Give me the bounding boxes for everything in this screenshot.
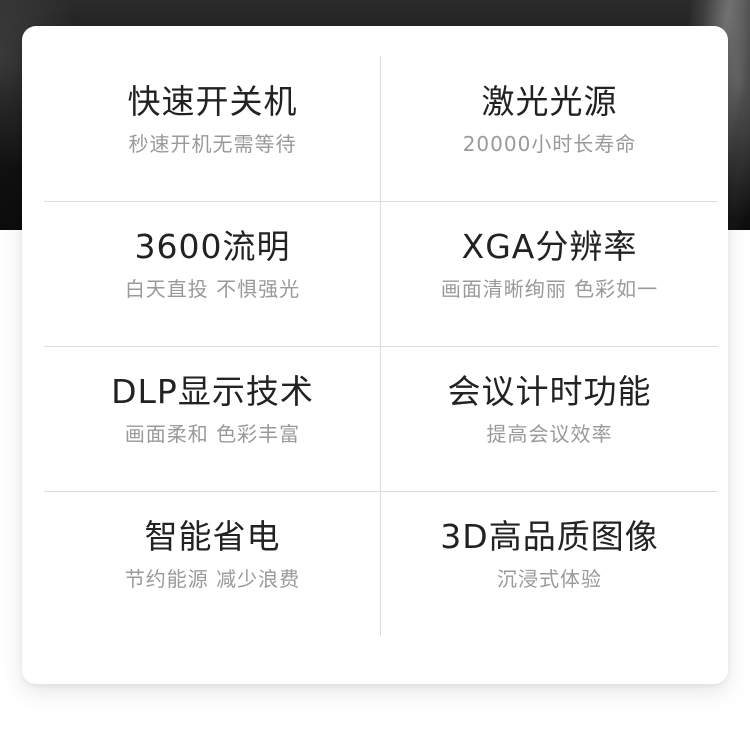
feature-subtitle: 节约能源 减少浪费 [124,567,301,591]
feature-brightness: 3600流明 白天直投 不惧强光 [44,201,381,346]
feature-resolution: XGA分辨率 画面清晰绚丽 色彩如一 [381,201,718,346]
feature-subtitle: 提高会议效率 [486,422,613,446]
feature-laser-light: 激光光源 20000小时长寿命 [381,56,718,201]
feature-dlp: DLP显示技术 画面柔和 色彩丰富 [44,346,381,491]
feature-subtitle: 秒速开机无需等待 [128,132,297,156]
feature-grid: 快速开关机 秒速开机无需等待 激光光源 20000小时长寿命 3600流明 白天… [44,56,718,636]
feature-meeting-timer: 会议计时功能 提高会议效率 [381,346,718,491]
feature-title: DLP显示技术 [111,372,314,411]
feature-title: 快速开关机 [127,82,298,121]
feature-3d-image: 3D高品质图像 沉浸式体验 [381,491,718,636]
feature-subtitle: 画面柔和 色彩丰富 [124,422,301,446]
feature-title: 3D高品质图像 [440,517,659,556]
feature-title: 3600流明 [134,227,291,266]
feature-subtitle: 画面清晰绚丽 色彩如一 [440,277,659,301]
feature-subtitle: 20000小时长寿命 [462,132,637,156]
feature-title: 激光光源 [481,82,618,121]
feature-title: 智能省电 [144,517,281,556]
feature-title: XGA分辨率 [461,227,638,266]
feature-card: 快速开关机 秒速开机无需等待 激光光源 20000小时长寿命 3600流明 白天… [22,26,728,684]
feature-power-saving: 智能省电 节约能源 减少浪费 [44,491,381,636]
feature-quick-boot: 快速开关机 秒速开机无需等待 [44,56,381,201]
feature-subtitle: 沉浸式体验 [497,567,602,591]
feature-title: 会议计时功能 [447,372,652,411]
feature-subtitle: 白天直投 不惧强光 [124,277,301,301]
